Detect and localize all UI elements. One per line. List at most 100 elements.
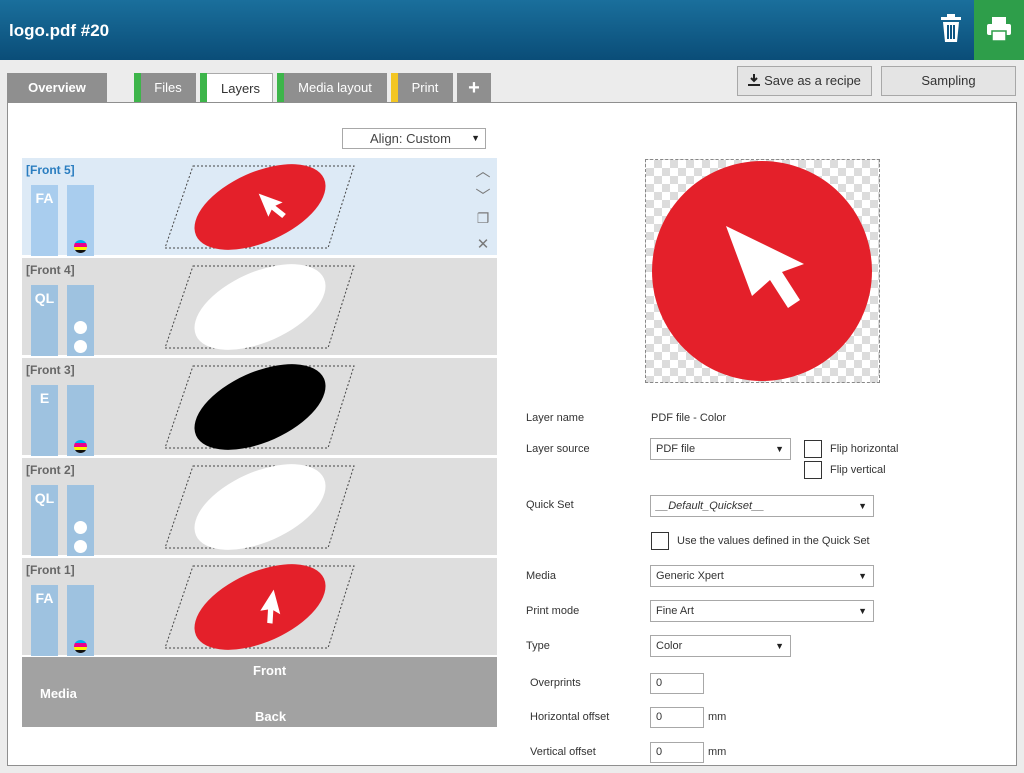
white-ink-dot <box>74 321 87 334</box>
vertical-offset-unit: mm <box>708 746 727 758</box>
status-stripe <box>200 73 207 104</box>
layer-name-label: Layer name <box>526 412 585 424</box>
vertical-offset-label: Vertical offset <box>530 746 596 758</box>
layer-row[interactable]: [Front 1] FA <box>22 558 497 656</box>
layer-name: [Front 4] <box>26 263 75 277</box>
app-header: logo.pdf #20 <box>0 0 1024 60</box>
white-ink-dot <box>74 540 87 553</box>
layer-thumbnail <box>165 564 355 650</box>
flip-vertical-label: Flip vertical <box>830 464 886 476</box>
overprints-value: 0 <box>656 677 663 689</box>
ink-channel-bar <box>67 285 94 356</box>
print-mode-value: Fine Art <box>656 605 694 617</box>
save-recipe-label: Save as a recipe <box>764 73 861 88</box>
horizontal-offset-label: Horizontal offset <box>530 711 610 723</box>
ink-mode-code: QL <box>34 290 55 306</box>
print-mode-select[interactable]: Fine Art ▼ <box>650 600 874 622</box>
status-stripe <box>277 73 284 103</box>
ink-channel-bar <box>67 385 94 456</box>
layer-name: [Front 2] <box>26 463 75 477</box>
caret-down-icon: ▼ <box>775 444 784 454</box>
tab-print-label: Print <box>411 80 439 95</box>
ink-channel-bar <box>67 585 94 656</box>
duplicate-icon[interactable]: ❐ <box>474 210 492 228</box>
flip-horizontal-checkbox[interactable] <box>804 440 822 458</box>
align-dropdown[interactable]: Align: Custom ▼ <box>342 128 486 149</box>
quick-set-select[interactable]: __Default_Quickset__ ▼ <box>650 495 874 517</box>
layer-row[interactable]: [Front 5] FA ︿ ﹀ ❐ ✕ <box>22 158 497 256</box>
print-mode-label: Print mode <box>526 605 580 617</box>
ink-mode-bar: QL <box>31 485 58 556</box>
ink-mode-code: FA <box>35 190 54 206</box>
layer-name: [Front 1] <box>26 563 75 577</box>
status-stripe <box>391 73 398 103</box>
layer-name: [Front 5] <box>26 163 75 177</box>
caret-down-icon: ▼ <box>858 501 867 511</box>
ink-mode-bar: FA <box>31 185 58 256</box>
move-down-icon[interactable]: ﹀ <box>474 185 492 205</box>
caret-down-icon: ▼ <box>471 133 480 143</box>
layer-row[interactable]: [Front 4] QL <box>22 258 497 356</box>
quick-set-label: Quick Set <box>526 499 574 511</box>
tab-layers[interactable]: Layers <box>200 73 273 104</box>
layer-thumbnail <box>165 464 355 550</box>
overprints-input[interactable]: 0 <box>650 673 704 694</box>
layer-source-value: PDF file <box>656 443 696 455</box>
layer-name-value: PDF file - Color <box>651 412 727 424</box>
type-select[interactable]: Color ▼ <box>650 635 791 657</box>
horizontal-offset-input[interactable]: 0 <box>650 707 704 728</box>
logo-preview-image <box>652 161 872 381</box>
ink-channel-bar <box>67 185 94 256</box>
horizontal-offset-value: 0 <box>656 711 663 723</box>
type-value: Color <box>656 640 683 652</box>
media-bar: Media Front Back <box>22 657 497 727</box>
tab-overview[interactable]: Overview <box>7 73 107 103</box>
ink-channel-bar <box>67 485 94 556</box>
use-quickset-checkbox[interactable] <box>651 532 669 550</box>
media-select[interactable]: Generic Xpert ▼ <box>650 565 874 587</box>
tab-files[interactable]: Files <box>134 73 196 103</box>
ink-mode-bar: QL <box>31 285 58 356</box>
media-field-label: Media <box>526 570 556 582</box>
flip-vertical-checkbox[interactable] <box>804 461 822 479</box>
print-button[interactable] <box>974 0 1024 60</box>
media-value: Generic Xpert <box>656 570 724 582</box>
trash-icon[interactable] <box>934 12 968 46</box>
layer-preview <box>645 159 880 383</box>
layer-row[interactable]: [Front 3] E <box>22 358 497 456</box>
tab-layers-label: Layers <box>220 81 261 96</box>
save-recipe-button[interactable]: Save as a recipe <box>737 66 872 96</box>
layer-thumbnail <box>165 364 355 450</box>
tab-media-layout-label: Media layout <box>298 80 372 95</box>
flip-horizontal-label: Flip horizontal <box>830 443 899 455</box>
white-ink-dot <box>74 340 87 353</box>
sampling-label: Sampling <box>921 73 976 88</box>
layer-thumbnail <box>165 264 355 350</box>
layer-row[interactable]: [Front 2] QL <box>22 458 497 556</box>
type-label: Type <box>526 640 550 652</box>
move-up-icon[interactable]: ︿ <box>474 160 492 180</box>
add-tab-button[interactable]: + <box>457 73 491 103</box>
ink-mode-code: FA <box>35 590 54 606</box>
cmyk-icon <box>74 240 87 253</box>
caret-down-icon: ▼ <box>858 571 867 581</box>
tab-media-layout[interactable]: Media layout <box>277 73 387 103</box>
vertical-offset-value: 0 <box>656 746 663 758</box>
media-label: Media <box>40 686 77 701</box>
layer-name: [Front 3] <box>26 363 75 377</box>
cmyk-icon <box>74 440 87 453</box>
ink-mode-code: E <box>39 390 50 406</box>
layer-source-label: Layer source <box>526 443 590 455</box>
delete-icon[interactable]: ✕ <box>474 235 492 253</box>
use-quickset-label: Use the values defined in the Quick Set <box>677 535 870 547</box>
layer-source-select[interactable]: PDF file ▼ <box>650 438 791 460</box>
tab-files-label: Files <box>154 80 182 95</box>
quick-set-value: __Default_Quickset__ <box>656 500 765 512</box>
sampling-button[interactable]: Sampling <box>881 66 1016 96</box>
layer-thumbnail <box>165 164 355 250</box>
media-front-label: Front <box>253 663 287 678</box>
tab-print[interactable]: Print <box>391 73 453 103</box>
vertical-offset-input[interactable]: 0 <box>650 742 704 763</box>
caret-down-icon: ▼ <box>858 606 867 616</box>
caret-down-icon: ▼ <box>775 641 784 651</box>
